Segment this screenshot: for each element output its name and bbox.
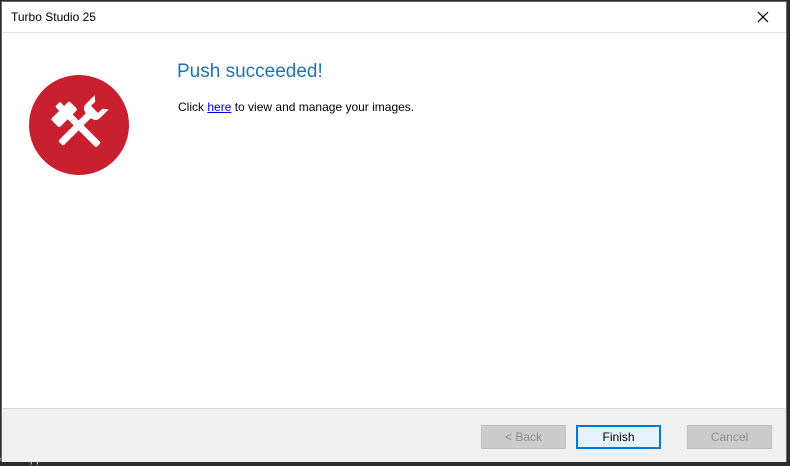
content-area: Push succeeded! Click here to view and m… — [2, 32, 786, 409]
page-heading: Push succeeded! — [177, 61, 323, 82]
back-button[interactable]: < Back — [481, 425, 566, 449]
cancel-button[interactable]: Cancel — [687, 425, 772, 449]
message-prefix: Click — [178, 100, 208, 114]
dialog-window: Turbo Studio 25 Push succeeded! Click he… — [1, 1, 787, 462]
manage-images-link[interactable]: here — [207, 100, 231, 114]
window-title: Turbo Studio 25 — [11, 10, 96, 24]
button-bar: < Back Finish Cancel — [2, 408, 786, 462]
message-suffix: to view and manage your images. — [231, 100, 415, 114]
close-icon — [757, 11, 769, 23]
hammer-wrench-icon — [29, 75, 129, 175]
title-bar: Turbo Studio 25 — [2, 2, 786, 32]
finish-button[interactable]: Finish — [576, 425, 661, 449]
status-message: Click here to view and manage your image… — [178, 100, 414, 114]
close-button[interactable] — [740, 2, 786, 32]
